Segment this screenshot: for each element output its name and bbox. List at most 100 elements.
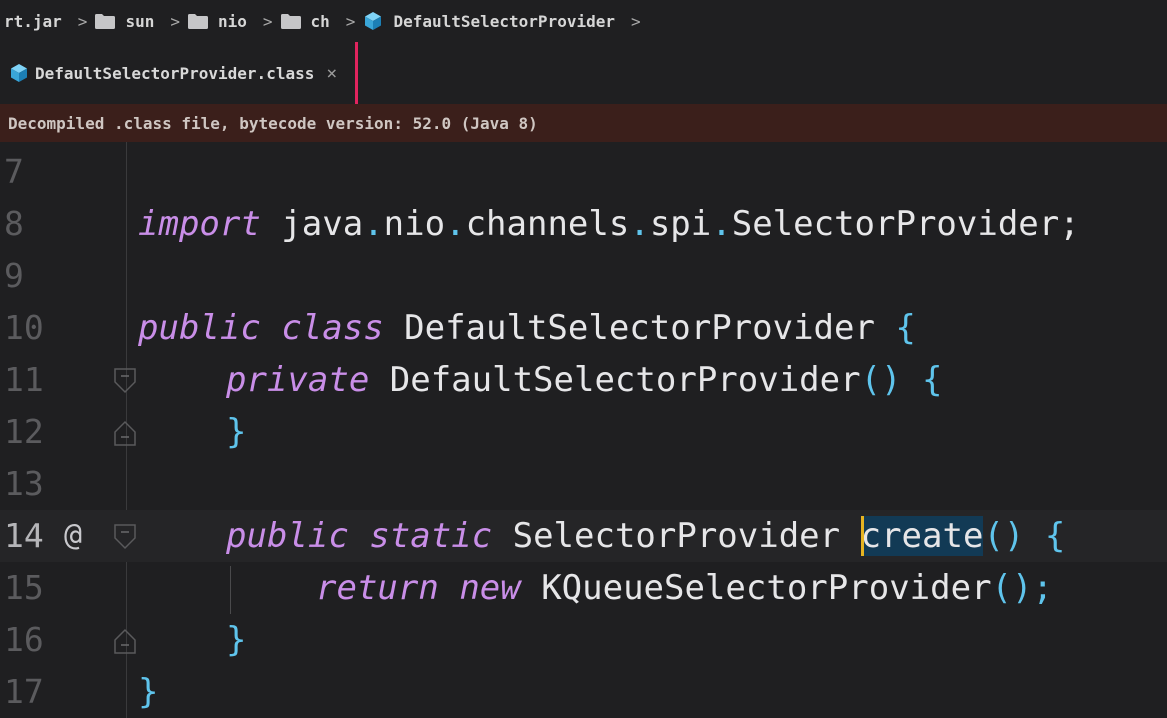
line-number: 16 [4,620,44,659]
line-number: 8 [4,204,24,243]
code-line: 9 [0,250,1167,302]
identifier: DefaultSelectorProvider [369,360,861,400]
folder-icon [280,13,301,29]
class-cube-icon [363,11,383,31]
breadcrumb-item-nio[interactable]: nio [187,11,247,31]
code-line: 11 private DefaultSelectorProvider() { [0,354,1167,406]
identifier: SelectorProvider [492,516,861,556]
code-text[interactable]: } [138,666,158,718]
identifier: SelectorProvider; [731,204,1080,244]
chevron-right-icon: > [170,11,180,31]
class-cube-icon [9,63,29,83]
tab-defaultselectorprovider-class[interactable]: DefaultSelectorProvider.class × [0,42,358,104]
line-number: 9 [4,256,24,295]
dot-punctuation: . [711,204,732,244]
parens: () [983,516,1025,556]
identifier: nio [383,204,446,244]
breadcrumb-item-label: sun [125,11,155,31]
line-number: 7 [4,152,24,191]
identifier: spi [649,204,712,244]
code-line-current: 14 @ public static SelectorProvider crea… [0,510,1167,562]
tab-label: DefaultSelectorProvider.class [35,63,315,83]
line-number: 13 [4,464,44,503]
breadcrumb-item-label: ch [310,11,330,31]
code-text[interactable]: public class DefaultSelectorProvider { [138,302,916,354]
keyword-static: static [369,516,493,556]
dot-punctuation: . [445,204,466,244]
identifier: channels [465,204,630,244]
brace: } [226,620,247,660]
keyword-return: return [316,568,439,608]
keyword-public: public [138,308,261,348]
code-text[interactable]: return new KQueueSelectorProvider(); [316,562,1053,614]
breadcrumb: rt.jar > sun > nio > ch > DefaultSelecto… [0,0,1167,42]
code-editor[interactable]: 7 8 import java.nio.channels.spi.Selecto… [0,142,1167,718]
chevron-right-icon: > [262,11,273,31]
line-number: 10 [4,308,44,347]
decompiled-notice-banner: Decompiled .class file, bytecode version… [0,104,1167,142]
identifier: KQueueSelectorProvider [520,568,992,608]
code-text[interactable]: private DefaultSelectorProvider() { [226,354,943,406]
chevron-right-icon: > [631,11,641,31]
line-number: 11 [4,360,44,399]
line-number: 14 [4,516,44,555]
breadcrumb-item-defaultselectorprovider[interactable]: DefaultSelectorProvider [363,11,615,31]
parens-semicolon: (); [991,568,1053,608]
highlighted-identifier-create[interactable]: create [860,516,984,556]
breadcrumb-item-ch[interactable]: ch [280,11,330,31]
implementation-marker-icon[interactable]: @ [64,510,82,562]
indent-guide [230,566,231,614]
line-number: 12 [4,412,44,451]
fold-collapse-icon[interactable] [114,368,136,394]
keyword-public: public [226,516,349,556]
brace: { [922,360,943,400]
line-number: 17 [4,672,44,711]
dot-punctuation: . [363,204,384,244]
code-text[interactable]: import java.nio.channels.spi.SelectorPro… [138,198,1080,250]
breadcrumb-root-label: rt.jar [4,11,62,31]
keyword-private: private [226,360,370,400]
line-number: 15 [4,568,44,607]
folder-icon [187,13,208,29]
chevron-right-icon: > [77,11,88,31]
code-line: 16 } [0,614,1167,666]
breadcrumb-item-label: nio [217,11,247,31]
identifier: java [260,204,364,244]
fold-end-icon[interactable] [114,628,136,654]
banner-text: Decompiled .class file, bytecode version… [8,113,538,133]
code-line: 17 } [0,666,1167,718]
text-caret [860,515,864,556]
breadcrumb-item-label: DefaultSelectorProvider [393,11,615,31]
breadcrumb-root-rt-jar[interactable]: rt.jar [0,12,62,31]
code-line: 8 import java.nio.channels.spi.SelectorP… [0,198,1167,250]
editor-tab-bar: DefaultSelectorProvider.class × [0,42,1167,104]
code-line: 12 } [0,406,1167,458]
keyword-new: new [459,568,521,608]
code-text[interactable]: public static SelectorProvider create() … [226,510,1065,562]
keyword-import: import [138,204,261,244]
identifier: DefaultSelectorProvider [383,308,896,348]
code-line: 7 [0,146,1167,198]
brace: } [226,412,247,452]
code-line: 15 return new KQueueSelectorProvider(); [0,562,1167,614]
code-text[interactable]: } [226,406,246,458]
fold-end-icon[interactable] [114,420,136,446]
breadcrumb-item-sun[interactable]: sun [95,12,154,31]
parens: () [860,360,902,400]
keyword-class: class [281,308,384,348]
dot-punctuation: . [629,204,650,244]
chevron-right-icon: > [345,11,356,31]
brace: { [895,308,916,348]
code-line: 10 public class DefaultSelectorProvider … [0,302,1167,354]
code-text[interactable]: } [226,614,246,666]
close-icon[interactable]: × [326,63,337,84]
code-line: 13 [0,458,1167,510]
brace: { [1044,516,1066,556]
brace: } [138,672,159,712]
fold-collapse-icon[interactable] [114,524,136,550]
